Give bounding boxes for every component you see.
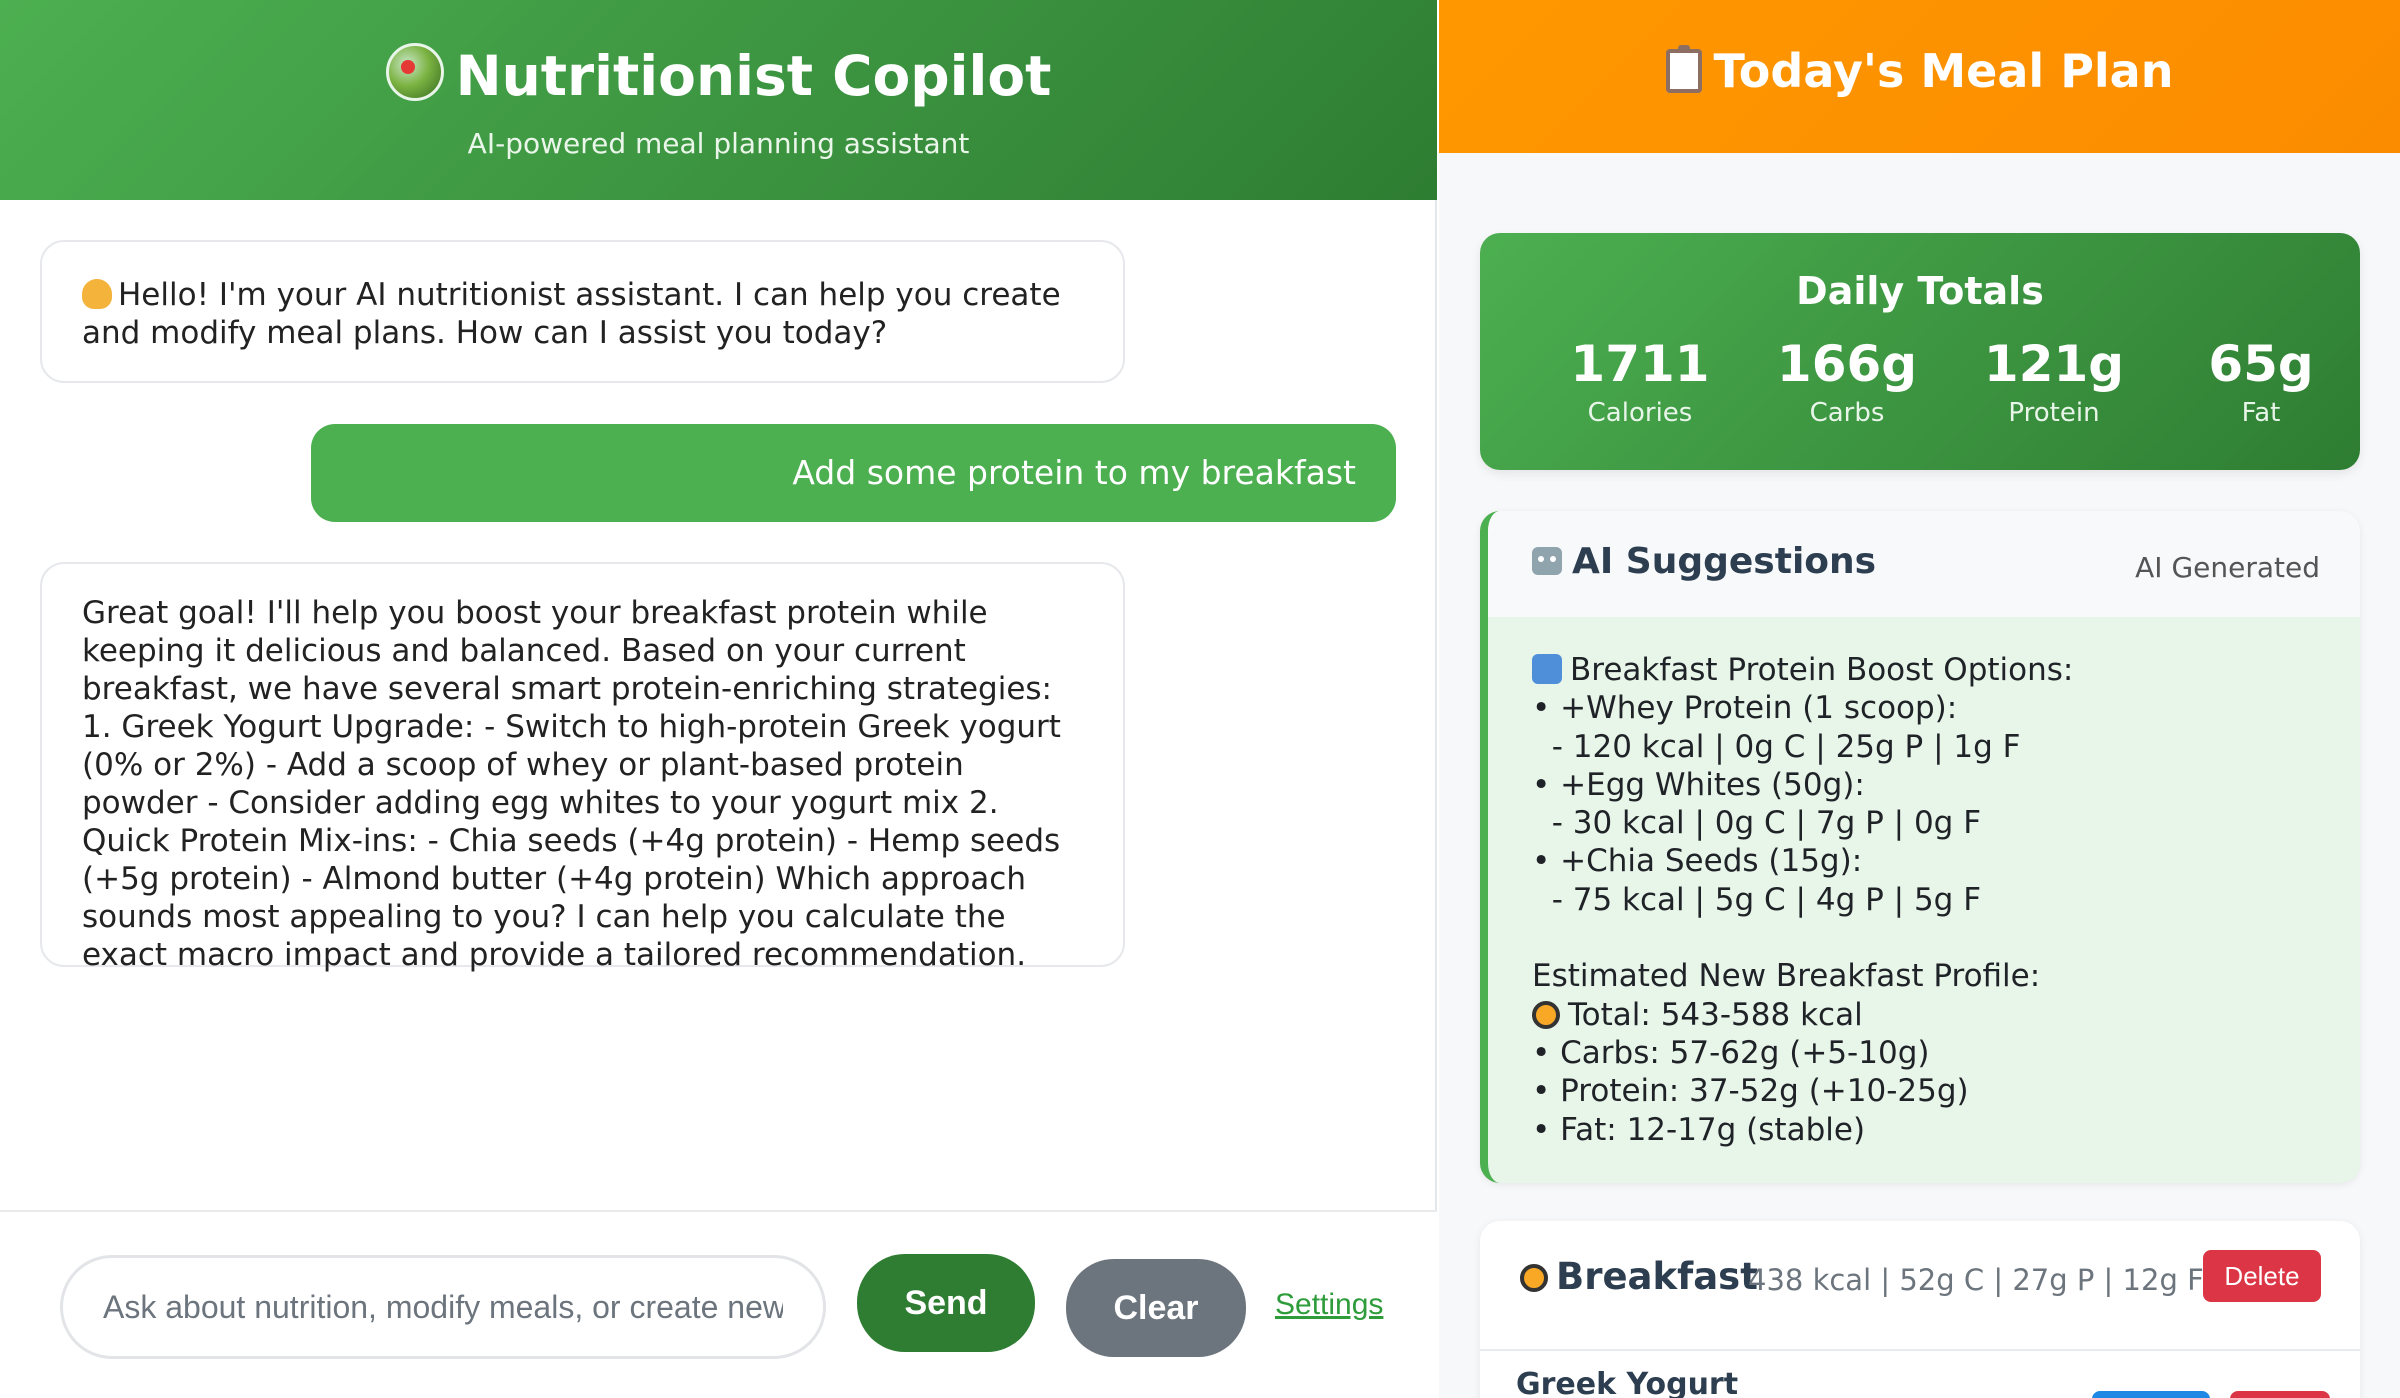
bot-message-text: Great goal! I'll help you boost your bre… <box>82 595 1061 973</box>
app-subtitle: AI-powered meal planning assistant <box>467 127 970 160</box>
suggestion-line <box>1532 919 2332 957</box>
stat-label: Carbs <box>1809 398 1885 428</box>
suggestion-line: • +Whey Protein (1 scoop): <box>1532 690 1958 727</box>
suggestion-line: Breakfast Protein Boost Options: <box>1532 651 2332 689</box>
meal-card-breakfast: Breakfast 438 kcal | 52g C | 27g P | 12g… <box>1480 1221 2360 1398</box>
stat-label: Fat <box>2241 398 2281 428</box>
chat-input[interactable] <box>60 1255 826 1359</box>
delete-meal-button[interactable]: Delete <box>2203 1250 2321 1302</box>
clipboard-icon <box>1665 45 1702 93</box>
send-button[interactable]: Send <box>857 1254 1035 1352</box>
suggestion-line: Total: 543-588 kcal <box>1532 996 2332 1034</box>
meal-name-text: Breakfast <box>1556 1255 1758 1298</box>
robot-icon <box>1532 547 1562 575</box>
chat-header: Nutritionist Copilot AI-powered meal pla… <box>0 0 1437 200</box>
divider <box>1480 1349 2360 1351</box>
suggestion-line: • +Egg Whites (50g): <box>1532 766 1865 803</box>
suggestion-line: - 120 kcal | 0g C | 25g P | 1g F <box>1532 728 2021 765</box>
waving-hand-icon <box>82 279 112 309</box>
meal-plan-header: Today's Meal Plan <box>1439 0 2400 153</box>
bot-message-text: Hello! I'm your AI nutritionist assistan… <box>82 277 1061 351</box>
suggestion-text: Total: 543-588 kcal <box>1568 996 1863 1033</box>
app-title: Nutritionist Copilot <box>0 36 1437 116</box>
ai-suggestions-body: Breakfast Protein Boost Options: • +Whey … <box>1532 651 2332 1149</box>
meal-macros: 438 kcal | 52g C | 27g P | 12g F <box>1748 1263 2204 1297</box>
refresh-icon <box>1532 654 1562 684</box>
settings-link[interactable]: Settings <box>1275 1288 1383 1322</box>
stat-value: 121g <box>1983 335 2125 393</box>
user-message: Add some protein to my breakfast <box>311 424 1396 522</box>
delete-food-button[interactable] <box>2230 1391 2330 1398</box>
bot-message: Great goal! I'll help you boost your bre… <box>40 562 1125 973</box>
meal-plan-title-text: Today's Meal Plan <box>1713 44 2174 98</box>
ai-suggestions-header: AI Suggestions AI Generated <box>1488 511 2360 617</box>
frying-pan-icon <box>1532 1000 1560 1029</box>
meal-plan-panel: Today's Meal Plan Daily Totals 1711 Calor… <box>1439 0 2400 1398</box>
suggestion-line: • Carbs: 57-62g (+5-10g) <box>1532 1034 1930 1071</box>
stat-fat: 65g Fat <box>2166 333 2356 431</box>
chat-input-bar: Send Clear Settings <box>0 1210 1437 1398</box>
bot-message: Hello! I'm your AI nutritionist assistan… <box>40 240 1125 383</box>
stat-value: 1711 <box>1570 335 1710 393</box>
stat-value: 166g <box>1776 335 1918 393</box>
user-message-text: Add some protein to my breakfast <box>792 453 1356 492</box>
ai-suggestions-title-text: AI Suggestions <box>1572 541 1877 582</box>
suggestion-line: • Protein: 37-52g (+10-25g) <box>1532 1073 1969 1110</box>
stat-label: Protein <box>2008 398 2100 428</box>
meal-name: Breakfast <box>1520 1255 1758 1298</box>
suggestion-line: • +Chia Seeds (15g): <box>1532 843 1863 880</box>
stat-value: 65g <box>2208 335 2314 393</box>
daily-totals-title: Daily Totals <box>1796 269 2044 313</box>
chat-panel: Nutritionist Copilot AI-powered meal pla… <box>0 0 1437 1398</box>
ai-suggestions-card: AI Suggestions AI Generated Breakfast Pr… <box>1480 511 2360 1183</box>
edit-food-button[interactable] <box>2092 1391 2210 1398</box>
frying-pan-icon <box>1520 1264 1548 1292</box>
suggestion-line: Estimated New Breakfast Profile: <box>1532 958 2041 995</box>
stat-calories: 1711 Calories <box>1545 333 1735 431</box>
meal-plan-title: Today's Meal Plan <box>1439 38 2400 104</box>
suggestion-line: - 30 kcal | 0g C | 7g P | 0g F <box>1532 805 1982 842</box>
stat-protein: 121g Protein <box>1959 333 2149 431</box>
suggestion-line: • Fat: 12-17g (stable) <box>1532 1111 1866 1148</box>
suggestion-line: - 75 kcal | 5g C | 4g P | 5g F <box>1532 881 1982 918</box>
daily-totals-card: Daily Totals 1711 Calories 166g Carbs 121g… <box>1480 233 2360 470</box>
app-title-text: Nutritionist Copilot <box>455 44 1052 108</box>
ai-generated-tag: AI Generated <box>2135 551 2320 584</box>
stat-carbs: 166g Carbs <box>1752 333 1942 431</box>
clear-button[interactable]: Clear <box>1066 1259 1246 1357</box>
ai-suggestions-title: AI Suggestions <box>1532 541 1876 582</box>
suggestion-text: Breakfast Protein Boost Options: <box>1570 652 2074 688</box>
salad-icon <box>385 43 444 101</box>
food-item-name: Greek Yogurt <box>1516 1367 1739 1398</box>
stat-label: Calories <box>1587 398 1693 428</box>
